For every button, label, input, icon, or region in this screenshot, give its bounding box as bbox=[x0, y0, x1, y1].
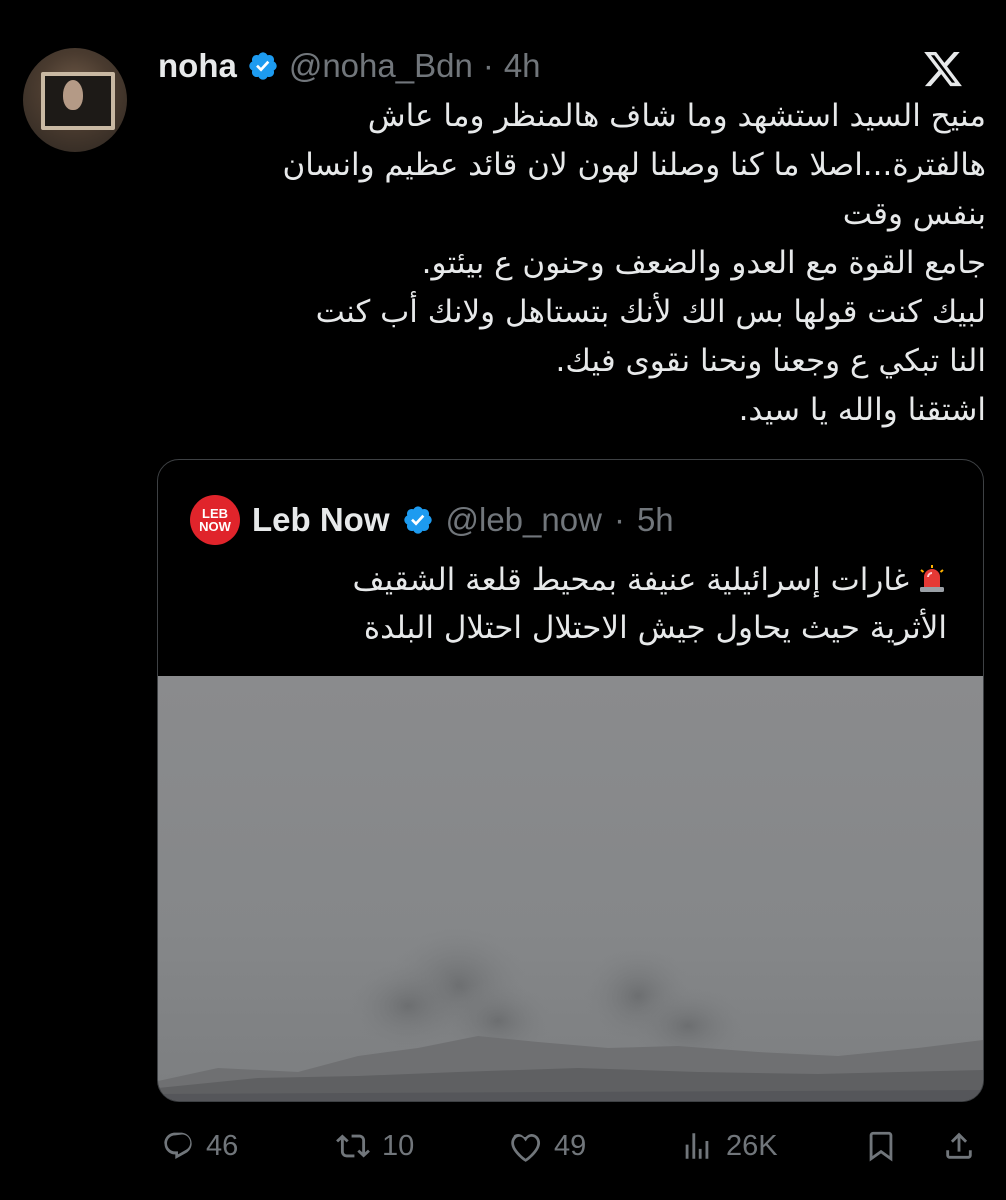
like-button[interactable]: 49 bbox=[508, 1118, 586, 1174]
repost-count: 10 bbox=[382, 1129, 415, 1162]
quoted-tweet-photo[interactable] bbox=[158, 676, 983, 1101]
author-avatar[interactable] bbox=[23, 48, 127, 152]
reply-icon bbox=[164, 1132, 192, 1160]
tweet-time[interactable]: 4h bbox=[504, 47, 541, 85]
reply-count: 46 bbox=[206, 1129, 239, 1162]
author-name[interactable]: noha bbox=[158, 47, 237, 85]
quoted-tweet-text-line: غارات إسرائيلية عنيفة بمحيط قلعة الشقيف bbox=[352, 562, 909, 598]
reply-button[interactable]: 46 bbox=[162, 1118, 238, 1174]
repost-icon bbox=[336, 1134, 370, 1158]
meta-separator: · bbox=[482, 47, 494, 84]
meta-separator: · bbox=[613, 501, 625, 538]
views-count: 26K bbox=[726, 1129, 778, 1162]
share-button[interactable] bbox=[942, 1118, 976, 1174]
quoted-tweet-text: غارات إسرائيلية عنيفة بمحيط قلعة الشقيف … bbox=[187, 556, 947, 652]
avatar-face bbox=[63, 80, 83, 110]
tweet-text-line: منيح السيد استشهد وما شاف هالمنظر وما عا… bbox=[367, 98, 986, 134]
tweet-text-line: اشتقنا والله يا سيد. bbox=[738, 392, 986, 428]
siren-icon bbox=[920, 565, 944, 592]
share-icon bbox=[946, 1132, 972, 1159]
like-count: 49 bbox=[554, 1129, 587, 1162]
tweet-header: noha @noha_Bdn · 4h bbox=[158, 44, 541, 88]
verified-badge-icon bbox=[247, 50, 279, 82]
views-button[interactable]: 26K bbox=[680, 1118, 778, 1174]
views-icon bbox=[685, 1133, 709, 1159]
tweet-text-line: النا تبكي ع وجعنا ونحنا نقوى فيك. bbox=[555, 343, 986, 379]
verified-badge-icon bbox=[402, 504, 434, 536]
quoted-author-handle[interactable]: @leb_now bbox=[446, 501, 602, 539]
quoted-tweet-header: LEB NOW Leb Now @leb_now · 5h bbox=[190, 495, 674, 545]
quoted-tweet-card[interactable]: LEB NOW Leb Now @leb_now · 5h غارات إسرا… bbox=[157, 459, 984, 1102]
repost-button[interactable]: 10 bbox=[336, 1118, 414, 1174]
tweet-action-bar: 46 10 49 26K bbox=[158, 1118, 978, 1174]
avatar-logo-text-bottom: NOW bbox=[199, 519, 231, 534]
x-logo-icon bbox=[922, 48, 964, 90]
like-icon bbox=[511, 1133, 541, 1162]
bookmark-button[interactable] bbox=[864, 1118, 898, 1174]
bookmark-icon bbox=[869, 1131, 893, 1162]
tweet-text-line: جامع القوة مع العدو والضعف وحنون ع بيئتو… bbox=[421, 245, 986, 281]
quoted-tweet-text-line: الأثرية حيث يحاول جيش الاحتلال احتلال ال… bbox=[363, 610, 947, 646]
tweet-text-line: بنفس وقت bbox=[842, 196, 986, 232]
quoted-tweet-time[interactable]: 5h bbox=[637, 501, 674, 539]
tweet-text-line: هالفترة...اصلا ما كنا وصلنا لهون لان قائ… bbox=[282, 147, 986, 183]
quoted-author-avatar[interactable]: LEB NOW bbox=[190, 495, 240, 545]
author-handle[interactable]: @noha_Bdn bbox=[289, 47, 473, 85]
tweet-text: منيح السيد استشهد وما شاف هالمنظر وما عا… bbox=[150, 92, 986, 435]
tweet-text-line: لبيك كنت قولها بس الك لأنك بتستاهل ولانك… bbox=[315, 294, 986, 330]
quoted-author-name[interactable]: Leb Now bbox=[252, 501, 390, 539]
